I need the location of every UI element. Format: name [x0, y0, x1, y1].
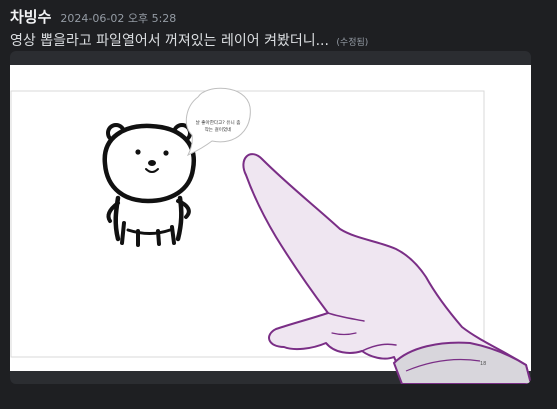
edited-label: (수정됨)	[336, 38, 369, 48]
chat-message: 차빙수 2024-06-02 오후 5:28 영상 뽑을라고 파일열어서 꺼져있…	[10, 6, 547, 50]
bubble-text-line-1: 날 좋아한다고? 유니 좀	[196, 119, 241, 126]
message-content: 영상 뽑을라고 파일열어서 꺼져있는 레이어 켜봤더니... (수정됨)	[10, 30, 547, 50]
message-timestamp: 2024-06-02 오후 5:28	[60, 12, 177, 25]
message-text: 영상 뽑을라고 파일열어서 꺼져있는 레이어 켜봤더니...	[10, 33, 329, 49]
bubble-text-line-2: 작는 걸이었네	[205, 126, 232, 133]
message-header: 차빙수 2024-06-02 오후 5:28	[10, 6, 547, 28]
attachment-image: 날 좋아한다고? 유니 좀 작는 걸이었네 18	[10, 65, 531, 384]
corner-mark: 18	[480, 361, 486, 367]
image-attachment[interactable]: 날 좋아한다고? 유니 좀 작는 걸이었네 18	[10, 51, 531, 384]
author-name[interactable]: 차빙수	[10, 6, 51, 27]
